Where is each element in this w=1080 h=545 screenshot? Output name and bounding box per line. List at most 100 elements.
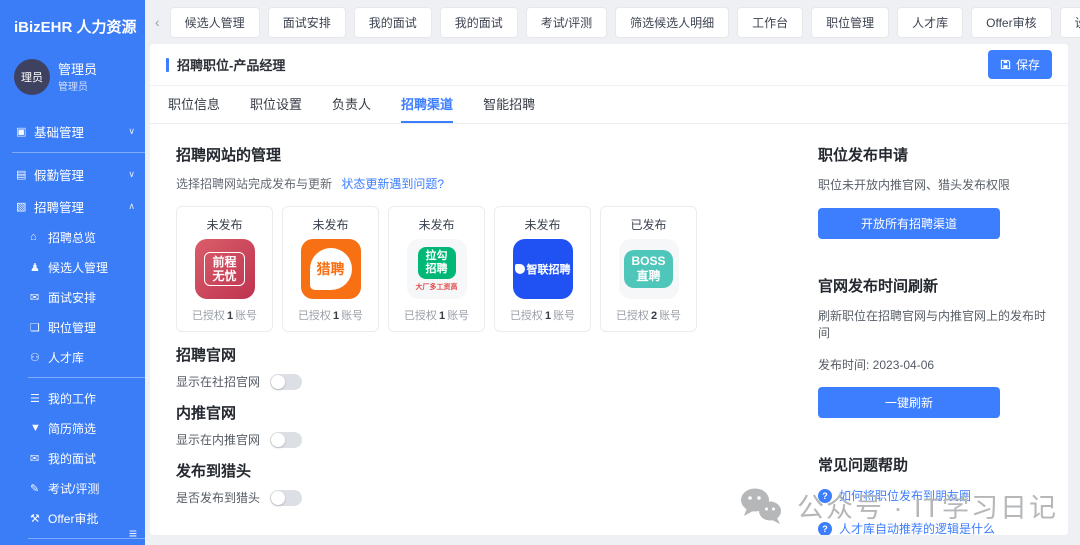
tab-smart-recruit[interactable]: 智能招聘 <box>483 86 535 123</box>
calendar-icon: ▤ <box>16 168 34 181</box>
publish-status: 未发布 <box>501 216 584 233</box>
tab-filter-candidates[interactable]: 筛选候选人明细 <box>615 7 729 38</box>
tab-settings[interactable]: 设置 <box>1060 7 1080 38</box>
section-title: 招聘官网 <box>176 344 782 365</box>
site-card-lagou[interactable]: 未发布 拉勾招聘 大厂多工资高 已授权1账号 <box>388 206 485 332</box>
section-title-faq: 常见问题帮助 <box>818 454 1046 475</box>
tab-my-interview-2[interactable]: 我的面试 <box>440 7 518 38</box>
recruit-submenu: ⌂ 招聘总览 ♟ 候选人管理 ✉ 面试安排 ❏ 职位管理 ⚇ 人才库 <box>0 222 145 545</box>
toggle-show-referral-site[interactable] <box>270 432 302 448</box>
toggle-show-social-site[interactable] <box>270 374 302 390</box>
toggle-label: 是否发布到猎头 <box>176 489 260 506</box>
sidebar-item-label: 招聘总览 <box>48 229 96 246</box>
sidebar-item-position-mgmt[interactable]: ❏ 职位管理 <box>0 312 145 342</box>
toggle-label: 显示在社招官网 <box>176 373 260 390</box>
collapse-sidebar-icon[interactable]: ≡ <box>129 525 137 541</box>
sidebar-item-label: 人才库 <box>48 349 84 366</box>
authorized-accounts: 已授权1账号 <box>289 307 372 323</box>
sidebar-item-interview-schedule[interactable]: ✉ 面试安排 <box>0 282 145 312</box>
tab-candidate-mgmt[interactable]: 候选人管理 <box>170 7 260 38</box>
section-headhunter: 发布到猎头 是否发布到猎头 <box>176 460 782 506</box>
site-card-boss[interactable]: 已发布 BOSS直聘 已授权2账号 <box>600 206 697 332</box>
sidebar-item-recruit-mgmt[interactable]: ▧ 招聘管理 ∧ <box>0 190 145 222</box>
site-card-51job[interactable]: 未发布 前程无忧 已授权1账号 <box>176 206 273 332</box>
app-logo: iBizEHR 人力资源 <box>0 0 145 47</box>
page-header: 招聘职位-产品经理 保存 <box>150 44 1068 86</box>
tab-position-info[interactable]: 职位信息 <box>168 86 220 123</box>
sidebar-item-resume-filter[interactable]: ▼ 简历筛选 <box>0 413 145 443</box>
tab-workbench[interactable]: 工作台 <box>737 7 803 38</box>
title-accent-bar <box>166 58 169 72</box>
main-area: ‹ 候选人管理 面试安排 我的面试 我的面试 考试/评测 筛选候选人明细 工作台… <box>145 0 1080 545</box>
app-root: iBizEHR 人力资源 理员 管理员 管理员 ▣ 基础管理 ∨ ▤ 假勤管理 … <box>0 0 1080 545</box>
open-tabs-bar: ‹ 候选人管理 面试安排 我的面试 我的面试 考试/评测 筛选候选人明细 工作台… <box>145 0 1080 44</box>
liepin-logo: 猎聘 <box>301 239 361 299</box>
toggle-publish-headhunter[interactable] <box>270 490 302 506</box>
save-icon <box>1000 59 1011 70</box>
tab-position-settings[interactable]: 职位设置 <box>250 86 302 123</box>
sites-subtitle-row: 选择招聘网站完成发布与更新 状态更新遇到问题? <box>176 175 782 192</box>
sidebar-item-label: 我的面试 <box>48 450 96 467</box>
faq-link-label: 如何将职位发布到朋友圈 <box>839 487 971 504</box>
id-card-icon: ▣ <box>16 125 34 138</box>
sidebar-item-my-interviews[interactable]: ✉ 我的面试 <box>0 443 145 473</box>
save-button[interactable]: 保存 <box>988 50 1052 79</box>
home-icon: ⌂ <box>30 231 48 243</box>
authorized-accounts: 已授权1账号 <box>183 307 266 323</box>
zhilian-logo: 智联招聘 <box>513 239 573 299</box>
page-title: 招聘职位-产品经理 <box>177 55 285 74</box>
sidebar-item-offer-approval[interactable]: ⚒ Offer审批 <box>0 503 145 533</box>
faq-link-publish-moments[interactable]: ? 如何将职位发布到朋友圈 <box>818 487 1046 504</box>
publish-request-desc: 职位未开放内推官网、猎头发布权限 <box>818 177 1046 194</box>
publish-status: 已发布 <box>607 216 690 233</box>
publish-time: 发布时间: 2023-04-06 <box>818 356 1046 373</box>
status-help-link[interactable]: 状态更新遇到问题? <box>341 177 444 191</box>
faq-link-talent-pool-logic[interactable]: ? 人才库自动推荐的逻辑是什么 <box>818 520 1046 535</box>
divider <box>12 152 145 153</box>
sidebar-item-candidate-mgmt[interactable]: ♟ 候选人管理 <box>0 252 145 282</box>
open-all-channels-button[interactable]: 开放所有招聘渠道 <box>818 208 1000 239</box>
tab-recruit-channels[interactable]: 招聘渠道 <box>401 86 453 123</box>
tab-my-interview-1[interactable]: 我的面试 <box>354 7 432 38</box>
publish-status: 未发布 <box>183 216 266 233</box>
tab-offer-review[interactable]: Offer审核 <box>971 7 1051 38</box>
sidebar-item-my-work[interactable]: ☰ 我的工作 <box>0 383 145 413</box>
sidebar-item-exam-assessment[interactable]: ✎ 考试/评测 <box>0 473 145 503</box>
book-icon: ❏ <box>30 321 48 334</box>
authorized-accounts: 已授权1账号 <box>501 307 584 323</box>
refresh-desc: 刷新职位在招聘官网与内推官网上的发布时间 <box>818 308 1046 342</box>
sidebar-item-recruit-overview[interactable]: ⌂ 招聘总览 <box>0 222 145 252</box>
tab-position-mgmt[interactable]: 职位管理 <box>811 7 889 38</box>
site-card-liepin[interactable]: 未发布 猎聘 已授权1账号 <box>282 206 379 332</box>
user-role: 管理员 <box>58 78 97 93</box>
user-profile[interactable]: 理员 管理员 管理员 <box>0 47 145 105</box>
pencil-icon: ✎ <box>30 482 48 495</box>
sidebar-item-label: 面试安排 <box>48 289 96 306</box>
one-click-refresh-button[interactable]: 一键刷新 <box>818 387 1000 418</box>
sidebar-item-label: 职位管理 <box>48 319 96 336</box>
person-icon: ♟ <box>30 261 48 274</box>
sidebar-item-label: 假勤管理 <box>34 165 84 184</box>
tabs-scroll-left-icon[interactable]: ‹ <box>153 14 162 30</box>
save-button-label: 保存 <box>1016 56 1040 73</box>
section-title-publish-request: 职位发布申请 <box>818 144 1046 165</box>
51job-logo: 前程无忧 <box>195 239 255 299</box>
detail-tabs: 职位信息 职位设置 负责人 招聘渠道 智能招聘 <box>150 86 1068 124</box>
sidebar-item-attendance-mgmt[interactable]: ▤ 假勤管理 ∨ <box>0 158 145 190</box>
sidebar-item-label: 考试/评测 <box>48 480 99 497</box>
chevron-down-icon: ∨ <box>128 169 135 180</box>
sidebar-item-base-mgmt[interactable]: ▣ 基础管理 ∨ <box>0 115 145 147</box>
tab-talent-pool[interactable]: 人才库 <box>897 7 963 38</box>
divider <box>28 377 145 378</box>
tab-exam-assessment[interactable]: 考试/评测 <box>526 7 607 38</box>
site-card-zhilian[interactable]: 未发布 智联招聘 已授权1账号 <box>494 206 591 332</box>
chevron-up-icon: ∧ <box>128 201 135 212</box>
tab-interview-schedule[interactable]: 面试安排 <box>268 7 346 38</box>
tab-owner[interactable]: 负责人 <box>332 86 371 123</box>
sidebar-item-label: 招聘管理 <box>34 197 84 216</box>
section-referral-site: 内推官网 显示在内推官网 <box>176 402 782 448</box>
toggle-label: 显示在内推官网 <box>176 431 260 448</box>
gavel-icon: ⚒ <box>30 512 48 525</box>
user-name: 管理员 <box>58 61 97 78</box>
sidebar-item-talent-pool[interactable]: ⚇ 人才库 <box>0 342 145 372</box>
